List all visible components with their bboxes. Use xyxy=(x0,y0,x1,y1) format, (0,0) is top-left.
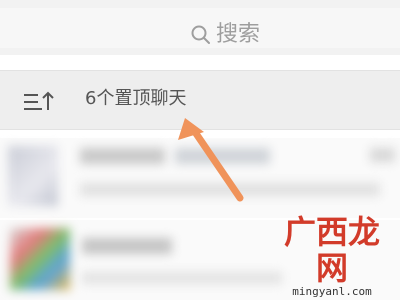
watermark: 广西龙网 mingyanl.com xyxy=(272,214,392,298)
watermark-logo-text: 广西龙网 xyxy=(283,213,380,287)
watermark-url: mingyanl.com xyxy=(292,285,372,298)
